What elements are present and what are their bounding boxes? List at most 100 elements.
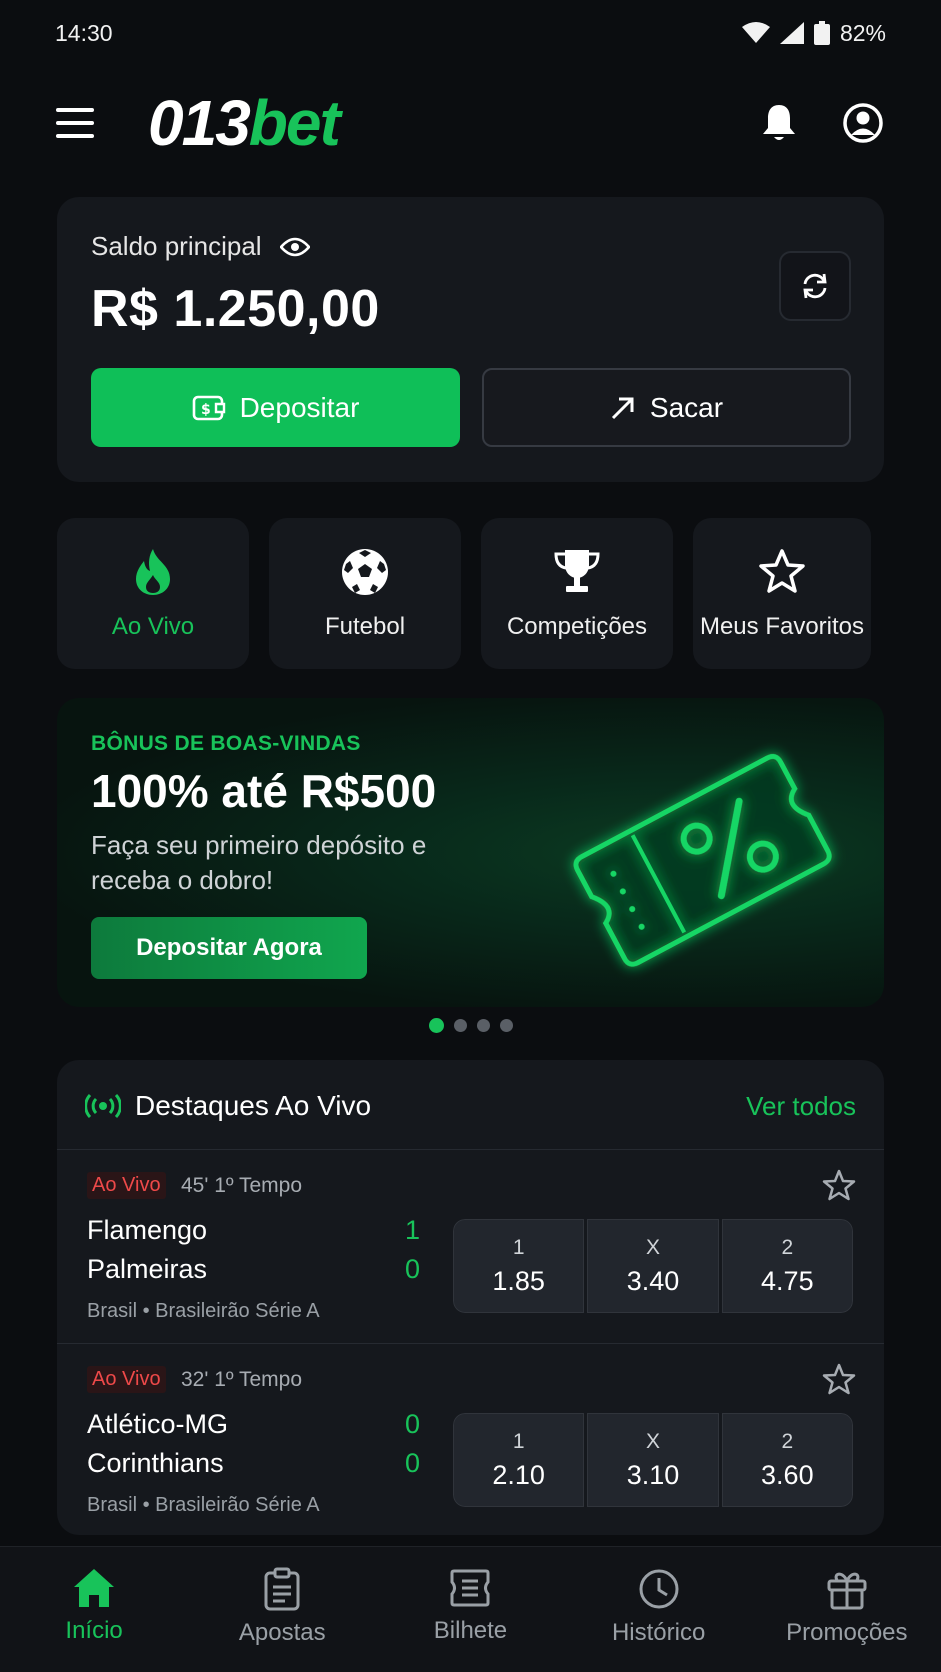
battery-level: 82% bbox=[839, 19, 886, 46]
odd-draw-button[interactable]: X 3.10 bbox=[587, 1413, 719, 1507]
refresh-icon bbox=[803, 273, 827, 299]
quick-nav-label: Competições bbox=[506, 612, 648, 640]
favorite-star-icon[interactable] bbox=[822, 1168, 856, 1202]
promo-banner[interactable]: BÔNUS DE BOAS-VINDAS 100% até R$500 Faça… bbox=[57, 698, 884, 1007]
carousel-dot[interactable] bbox=[499, 1019, 513, 1032]
odds-group: 1 2.10 X 3.10 2 3.60 bbox=[453, 1413, 853, 1507]
header-actions bbox=[757, 101, 885, 145]
odd-label: 2 bbox=[781, 1235, 794, 1259]
odd-value: 2.10 bbox=[492, 1459, 545, 1490]
refresh-balance-button[interactable] bbox=[779, 251, 851, 321]
odd-draw-button[interactable]: X 3.40 bbox=[587, 1219, 719, 1313]
broadcast-icon bbox=[85, 1093, 121, 1119]
away-team: Palmeiras bbox=[87, 1254, 208, 1284]
eye-icon[interactable] bbox=[279, 237, 310, 257]
odd-away-button[interactable]: 2 3.60 bbox=[721, 1413, 853, 1507]
status-icons: 82% bbox=[741, 19, 886, 47]
svg-text:$: $ bbox=[201, 402, 211, 418]
bottom-nav: Início Apostas Bilhete Histórico Promoçõ… bbox=[0, 1546, 941, 1672]
deposit-label: Depositar bbox=[239, 391, 360, 423]
nav-label: Promoções bbox=[786, 1619, 908, 1646]
nav-label: Início bbox=[65, 1617, 123, 1644]
quick-nav-live[interactable]: Ao Vivo bbox=[57, 518, 249, 669]
nav-label: Apostas bbox=[238, 1619, 326, 1646]
star-icon bbox=[759, 548, 805, 593]
match-row[interactable]: Ao Vivo 32' 1º Tempo Atlético-MG Corinth… bbox=[57, 1343, 884, 1535]
match-row[interactable]: Ao Vivo 45' 1º Tempo Flamengo Palmeiras … bbox=[57, 1149, 884, 1342]
live-badge: Ao Vivo bbox=[87, 1172, 166, 1199]
clock-icon bbox=[639, 1569, 679, 1609]
away-score: 0 bbox=[405, 1448, 421, 1478]
favorite-star-icon[interactable] bbox=[822, 1362, 856, 1396]
quick-nav-competitions[interactable]: Competições bbox=[481, 518, 673, 669]
logo[interactable]: 013bet bbox=[148, 91, 341, 155]
league-name: Brasil • Brasileirão Série A bbox=[87, 1494, 320, 1516]
balance-label: Saldo principal bbox=[91, 231, 262, 261]
profile-button[interactable] bbox=[841, 101, 885, 145]
withdraw-label: Sacar bbox=[649, 391, 724, 423]
nav-home[interactable]: Início bbox=[0, 1547, 188, 1645]
odd-value: 3.60 bbox=[761, 1459, 814, 1490]
arrow-up-right-icon bbox=[611, 397, 634, 419]
gift-icon bbox=[827, 1572, 867, 1610]
menu-icon[interactable] bbox=[56, 108, 94, 138]
match-time: 45' 1º Tempo bbox=[181, 1174, 303, 1197]
odd-home-button[interactable]: 1 2.10 bbox=[453, 1413, 585, 1507]
odd-away-button[interactable]: 2 4.75 bbox=[721, 1219, 853, 1313]
quick-nav-favorites[interactable]: Meus Favoritos bbox=[693, 518, 871, 669]
live-badge: Ao Vivo bbox=[87, 1366, 166, 1393]
nav-bets[interactable]: Apostas bbox=[188, 1547, 376, 1647]
ticket-icon bbox=[450, 1569, 490, 1607]
deposit-button[interactable]: $ Depositar bbox=[91, 368, 460, 447]
nav-history[interactable]: Histórico bbox=[565, 1547, 753, 1647]
banner-deposit-now-button[interactable]: Depositar Agora bbox=[91, 917, 367, 979]
live-highlights-title: Destaques Ao Vivo bbox=[135, 1090, 372, 1121]
quick-nav-label: Ao Vivo bbox=[111, 612, 195, 640]
see-all-link[interactable]: Ver todos bbox=[746, 1091, 856, 1122]
user-icon bbox=[843, 103, 883, 143]
match-time: 32' 1º Tempo bbox=[181, 1368, 303, 1391]
nav-promotions[interactable]: Promoções bbox=[753, 1547, 941, 1647]
soccer-ball-icon bbox=[342, 548, 388, 595]
home-score: 0 bbox=[405, 1409, 421, 1439]
home-team: Flamengo bbox=[87, 1215, 208, 1245]
carousel-dot[interactable] bbox=[476, 1019, 490, 1032]
away-team: Corinthians bbox=[87, 1448, 224, 1478]
app-header: 013bet bbox=[0, 78, 941, 168]
quick-nav: Ao Vivo Futebol Competições Meus Favorit… bbox=[57, 518, 884, 669]
quick-nav-label: Futebol bbox=[324, 612, 406, 640]
logo-part-2: bet bbox=[248, 87, 341, 159]
signal-icon bbox=[779, 22, 804, 44]
balance-card: Saldo principal R$ 1.250,00 $ Depositar … bbox=[57, 197, 884, 482]
status-time: 14:30 bbox=[55, 19, 113, 46]
odds-group: 1 1.85 X 3.40 2 4.75 bbox=[453, 1219, 853, 1313]
banner-description: Faça seu primeiro depósito e receba o do… bbox=[91, 830, 427, 895]
clipboard-icon bbox=[264, 1567, 300, 1611]
quick-nav-football[interactable]: Futebol bbox=[269, 518, 461, 669]
home-icon bbox=[74, 1569, 115, 1607]
balance-label-row: Saldo principal bbox=[91, 231, 310, 262]
nav-label: Bilhete bbox=[433, 1617, 508, 1644]
odd-label: 1 bbox=[512, 1429, 525, 1453]
notifications-button[interactable] bbox=[757, 101, 801, 145]
odd-value: 3.10 bbox=[626, 1459, 680, 1490]
nav-ticket[interactable]: Bilhete bbox=[376, 1547, 564, 1645]
battery-icon bbox=[813, 21, 830, 45]
carousel-dot[interactable] bbox=[453, 1019, 467, 1032]
live-highlights-card: Destaques Ao Vivo Ver todos Ao Vivo 45' … bbox=[57, 1060, 884, 1535]
carousel-dot[interactable] bbox=[428, 1018, 444, 1033]
withdraw-button[interactable]: Sacar bbox=[482, 368, 851, 447]
quick-nav-label: Meus Favoritos bbox=[699, 612, 865, 640]
carousel-dots bbox=[0, 1018, 941, 1033]
banner-tag: BÔNUS DE BOAS-VINDAS bbox=[91, 732, 361, 755]
away-score: 0 bbox=[405, 1254, 421, 1284]
odd-home-button[interactable]: 1 1.85 bbox=[453, 1219, 585, 1313]
trophy-icon bbox=[554, 549, 600, 592]
odd-label: 1 bbox=[512, 1235, 525, 1259]
discount-ticket-icon bbox=[573, 753, 832, 967]
banner-title: 100% até R$500 bbox=[91, 765, 437, 817]
home-score: 1 bbox=[405, 1215, 421, 1245]
wallet-icon: $ bbox=[192, 395, 225, 420]
bell-icon bbox=[763, 105, 795, 140]
live-highlights-header: Destaques Ao Vivo Ver todos bbox=[85, 1090, 856, 1122]
